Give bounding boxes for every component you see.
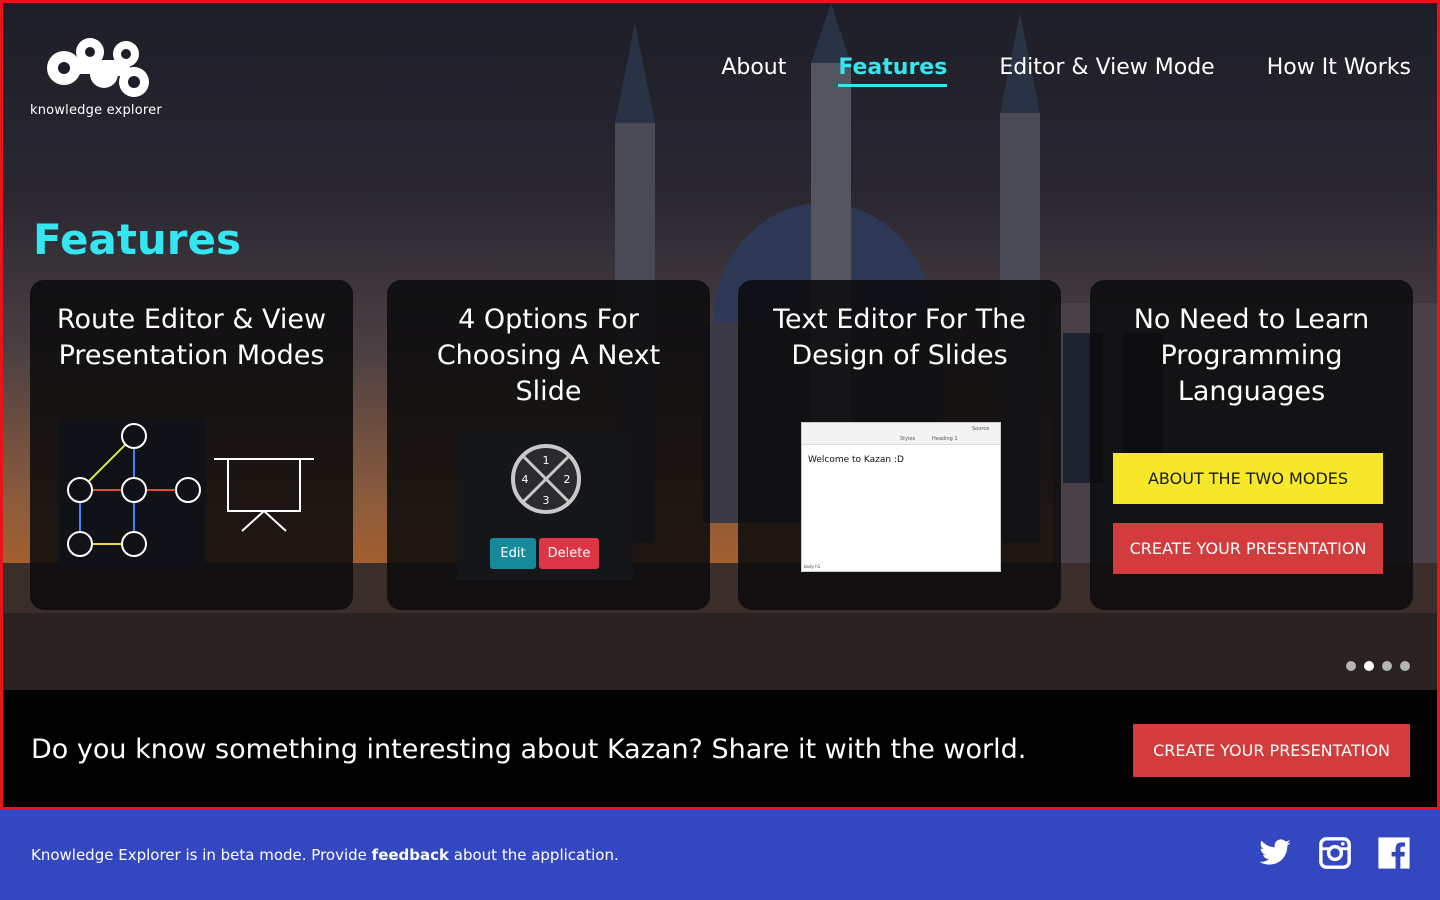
carousel-indicators: [1346, 661, 1410, 671]
route-graph-icon: [58, 418, 206, 568]
option-1: 1: [543, 454, 550, 467]
carousel-dot-4[interactable]: [1400, 661, 1410, 671]
option-wheel-icon: 1 2 3 4: [511, 444, 581, 514]
carousel-dot-3[interactable]: [1382, 661, 1392, 671]
text-editor-preview: Styles Heading 1 Source Welcome to Kazan…: [801, 422, 1001, 572]
footer-text: Knowledge Explorer is in beta mode. Prov…: [31, 846, 619, 864]
feature-card-route-editor: Route Editor & View Presentation Modes: [30, 280, 353, 610]
logo-text: knowledge explorer: [30, 103, 162, 118]
card-title: Route Editor & View Presentation Modes: [56, 304, 327, 371]
carousel-dot-1[interactable]: [1346, 661, 1356, 671]
cta-band: Do you know something interesting about …: [3, 690, 1437, 807]
nav-about[interactable]: About: [721, 55, 786, 87]
about-two-modes-button[interactable]: ABOUT THE TWO MODES: [1113, 453, 1383, 504]
instagram-icon[interactable]: [1318, 836, 1352, 870]
feedback-link[interactable]: feedback: [372, 846, 449, 864]
heading-dropdown[interactable]: Heading 1: [932, 436, 958, 442]
feature-card-next-slide-options: 4 Options For Choosing A Next Slide 1 2 …: [387, 280, 710, 610]
footer-text-after: about the application.: [449, 846, 619, 864]
card-title: No Need to Learn Programming Languages: [1133, 304, 1370, 407]
delete-button[interactable]: Delete: [539, 538, 599, 569]
create-presentation-card-button[interactable]: CREATE YOUR PRESENTATION: [1113, 523, 1383, 574]
cta-text: Do you know something interesting about …: [31, 734, 1027, 765]
option-3: 3: [543, 494, 550, 507]
editor-status: body h1: [804, 564, 821, 569]
option-2: 2: [564, 473, 571, 486]
hero-frame: knowledge explorer About Features Editor…: [0, 0, 1440, 810]
feature-card-no-programming: No Need to Learn Programming Languages A…: [1090, 280, 1413, 610]
edit-button[interactable]: Edit: [490, 538, 536, 569]
source-button[interactable]: Source: [972, 426, 989, 432]
presentation-board-icon: [214, 458, 314, 532]
main-nav: About Features Editor & View Mode How It…: [721, 55, 1411, 87]
nav-features[interactable]: Features: [838, 55, 948, 87]
nav-editor-view-mode[interactable]: Editor & View Mode: [999, 55, 1214, 87]
footer-text-before: Knowledge Explorer is in beta mode. Prov…: [31, 846, 372, 864]
options-preview: 1 2 3 4 Edit Delete: [457, 432, 633, 580]
features-heading: Features: [33, 215, 241, 264]
twitter-icon[interactable]: [1258, 836, 1292, 870]
editor-toolbar: Styles Heading 1 Source: [802, 423, 1000, 445]
option-4: 4: [522, 473, 529, 486]
editor-content[interactable]: Welcome to Kazan :D: [802, 445, 1000, 475]
create-presentation-button[interactable]: CREATE YOUR PRESENTATION: [1133, 724, 1410, 777]
card-title: 4 Options For Choosing A Next Slide: [436, 304, 661, 407]
card-title: Text Editor For The Design of Slides: [773, 304, 1026, 371]
footer: Knowledge Explorer is in beta mode. Prov…: [0, 810, 1440, 900]
carousel-dot-2[interactable]: [1364, 661, 1374, 671]
styles-dropdown[interactable]: Styles: [900, 436, 915, 442]
feature-card-text-editor: Text Editor For The Design of Slides Sty…: [738, 280, 1061, 610]
facebook-icon[interactable]: [1377, 836, 1411, 870]
nav-how-it-works[interactable]: How It Works: [1267, 55, 1411, 87]
